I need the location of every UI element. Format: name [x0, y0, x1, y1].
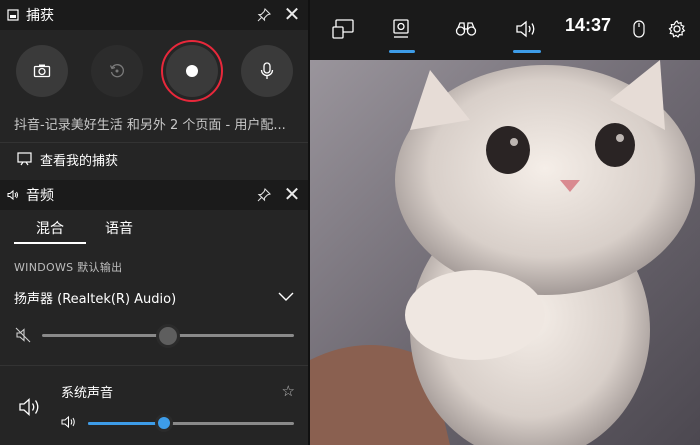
audio-active-indicator	[513, 50, 541, 53]
close-icon[interactable]: ✕	[282, 184, 302, 205]
binoculars-icon	[455, 22, 477, 36]
microphone-button[interactable]	[241, 45, 293, 97]
tab-mix[interactable]: 混合	[14, 210, 86, 244]
app-volume-thumb[interactable]	[155, 414, 174, 432]
start-recording-button[interactable]	[166, 45, 218, 97]
background-video	[310, 60, 700, 445]
capture-titlebar[interactable]: 捕获 ✕	[0, 0, 310, 30]
screenshot-button[interactable]	[16, 45, 68, 97]
divider	[0, 365, 310, 366]
pin-icon[interactable]	[256, 187, 272, 203]
capture-panel: 抖音-记录美好生活 和另外 2 个页面 - 用户配... 查看我的捕获	[0, 30, 310, 180]
output-device-dropdown[interactable]: 扬声器 (Realtek(R) Audio)	[0, 283, 310, 311]
record-last-button[interactable]	[91, 45, 143, 97]
speaker-icon	[516, 20, 535, 38]
settings-button[interactable]	[665, 14, 689, 44]
widget-menu-button[interactable]	[328, 14, 358, 44]
speaker-muted-icon[interactable]	[14, 326, 32, 344]
tab-voice-label: 语音	[105, 221, 133, 237]
camera-icon	[33, 64, 51, 78]
capture-widget-button[interactable]	[386, 14, 416, 44]
microphone-icon	[260, 62, 274, 79]
master-volume-slider[interactable]	[42, 324, 294, 348]
tab-mix-label: 混合	[36, 221, 64, 237]
view-captures-label: 查看我的捕获	[40, 153, 119, 169]
view-captures-link[interactable]: 查看我的捕获	[0, 142, 310, 175]
capture-active-indicator	[389, 50, 415, 53]
favorite-star-icon[interactable]: ☆	[282, 382, 295, 400]
kitten-image	[310, 60, 700, 445]
speaker-small-icon	[6, 188, 20, 202]
chevron-down-icon	[278, 292, 294, 301]
speaker-small-icon[interactable]	[61, 415, 77, 429]
output-device-name: 扬声器 (Realtek(R) Audio)	[14, 292, 177, 307]
audio-widget-button[interactable]	[512, 14, 542, 44]
audio-titlebar[interactable]: 音频 ✕	[0, 180, 310, 210]
capture-icon	[393, 19, 409, 38]
tab-active-underline	[14, 242, 86, 244]
audio-panel: 混合 语音 WINDOWS 默认输出 扬声器 (Realtek(R) Audio…	[0, 210, 310, 445]
looking-for-group-button[interactable]	[451, 14, 481, 44]
section-label: WINDOWS 默认输出	[14, 261, 123, 274]
pin-icon[interactable]	[256, 7, 272, 23]
app-volume-fill	[88, 422, 165, 425]
clock: 14:37	[565, 15, 612, 35]
close-icon[interactable]: ✕	[282, 4, 302, 25]
master-volume-thumb[interactable]	[156, 324, 180, 348]
capture-source-text: 抖音-记录美好生活 和另外 2 个页面 - 用户配...	[14, 118, 286, 133]
gallery-icon	[17, 152, 32, 166]
capture-title: 捕获	[26, 8, 54, 24]
record-dot-icon	[186, 65, 198, 77]
gear-icon	[668, 20, 686, 38]
system-sound-speaker-icon	[19, 398, 39, 416]
capture-widget-icon	[6, 8, 20, 22]
widget-menu-icon	[332, 19, 354, 39]
replay-icon	[109, 64, 124, 78]
performance-button[interactable]	[628, 14, 650, 44]
tab-voice[interactable]: 语音	[90, 210, 148, 244]
audio-title: 音频	[26, 188, 54, 204]
mouse-icon	[633, 20, 645, 38]
app-name: 系统声音	[61, 386, 114, 401]
game-bar-topbar: 14:37	[310, 0, 700, 60]
app-volume-slider[interactable]	[88, 413, 294, 433]
